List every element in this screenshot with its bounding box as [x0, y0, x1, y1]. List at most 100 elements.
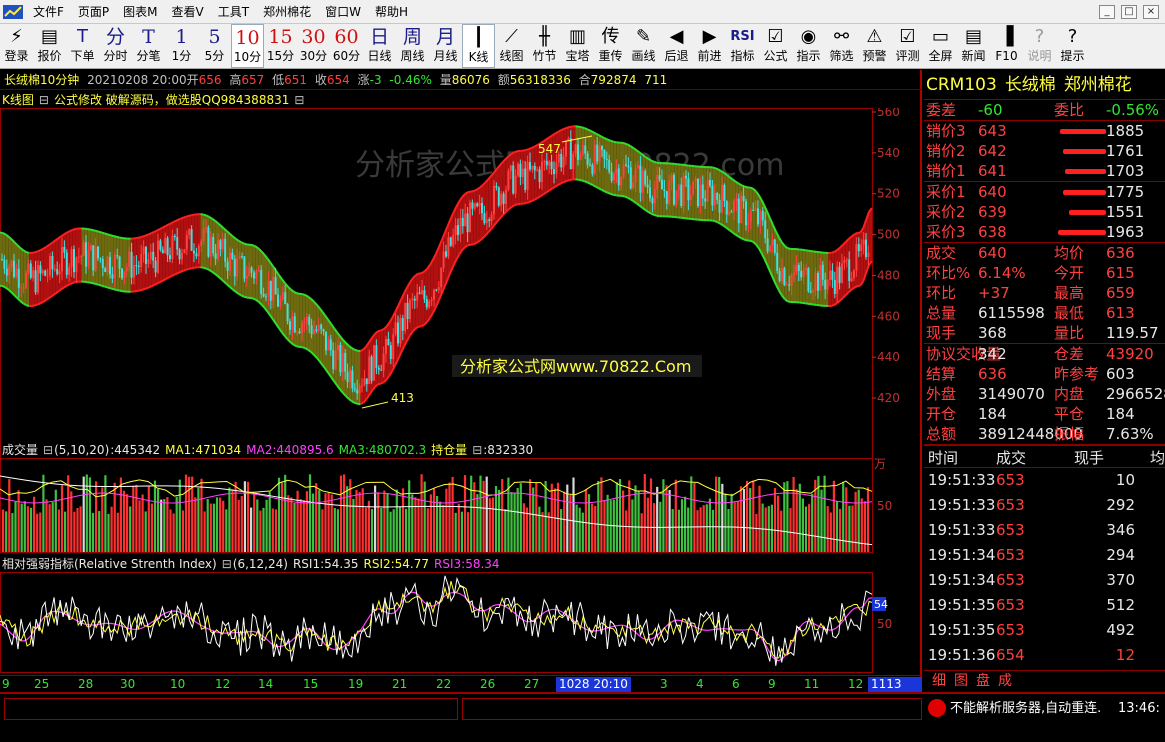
- rsi-toggle-icon[interactable]: ⊟: [222, 557, 232, 571]
- toolbar-button-0[interactable]: ⚡ 登录: [0, 24, 33, 68]
- stock-exchange: 郑州棉花: [1063, 75, 1132, 95]
- weibi-label: 委比: [1054, 101, 1085, 119]
- toolbar-button-13[interactable]: 月月线: [429, 24, 462, 68]
- app-window: 文件F 页面P 图表M 查看V 工具T 郑州棉花 窗口W 帮助H _ □ × ⚡ 登录 ▤ 报价 T 下…: [0, 0, 1165, 742]
- tick-row: 19:51:35 653 492: [924, 618, 1165, 643]
- toolbar-button-15[interactable]: ⟋ 线图: [495, 24, 528, 68]
- stat-label-2: 昨参考: [1054, 365, 1100, 383]
- toolbar-label: 1分: [171, 49, 192, 63]
- level-price: 638: [978, 223, 1007, 241]
- weicha-label: 委差: [926, 101, 957, 119]
- toolbar-button-22[interactable]: RSI 指标: [726, 24, 759, 68]
- toolbar-button-30[interactable]: ▐ F10: [990, 24, 1023, 68]
- toolbar-button-1[interactable]: ▤ 报价: [33, 24, 66, 68]
- toolbar-button-14[interactable]: ┃ K线: [462, 24, 495, 68]
- menu-item[interactable]: 文件F: [26, 1, 71, 23]
- oi-toggle-icon[interactable]: ⊟: [472, 443, 482, 457]
- panel-tab[interactable]: 图: [954, 673, 968, 689]
- toolbar-button-27[interactable]: ☑ 评测: [891, 24, 924, 68]
- stat-label-2: 最低: [1054, 304, 1085, 322]
- toolbar-glyph-8: 15: [268, 26, 293, 48]
- toolbar-button-12[interactable]: 周周线: [396, 24, 429, 68]
- toolbar-button-26[interactable]: ⚠ 预警: [858, 24, 891, 68]
- toolbar-button-29[interactable]: ▤ 新闻: [957, 24, 990, 68]
- toolbar-button-8[interactable]: 15 15分: [264, 24, 297, 68]
- tick-price: 653: [996, 621, 1025, 639]
- tick-time: 19:51:34: [928, 571, 996, 589]
- tick-list[interactable]: 19:51:33 653 10 19:51:33 653 292 19:51:33 653 34…: [924, 468, 1165, 668]
- formula-toggle-icon[interactable]: ⊟: [39, 93, 49, 107]
- tick-time: 19:51:33: [928, 521, 996, 539]
- kline-chart[interactable]: 分析家公式网www.70822.com560540520500480460440…: [0, 108, 922, 460]
- menu-item[interactable]: 郑州棉花: [256, 1, 318, 23]
- volume-name: 成交量: [2, 443, 39, 457]
- maximize-icon[interactable]: □: [1121, 4, 1137, 19]
- toolbar-button-4[interactable]: T 分笔: [132, 24, 165, 68]
- toolbar-button-23[interactable]: ☑ 公式: [759, 24, 792, 68]
- toolbar-button-7[interactable]: 10 10分: [231, 24, 264, 68]
- toolbar-button-9[interactable]: 30 30分: [297, 24, 330, 68]
- menu-item[interactable]: 工具T: [211, 1, 256, 23]
- toolbar-button-17[interactable]: ▥ 宝塔: [561, 24, 594, 68]
- close-icon[interactable]: ×: [1143, 4, 1159, 19]
- ticks-header-price: 成交: [996, 449, 1027, 467]
- toolbar-button-19[interactable]: ✎ 画线: [627, 24, 660, 68]
- quote-name: 长绒棉: [4, 73, 41, 87]
- menu-item[interactable]: 图表M: [116, 1, 164, 23]
- tick-hand: 292: [1106, 496, 1135, 514]
- toolbar-button-6[interactable]: 5 5分: [198, 24, 231, 68]
- toolbar-button-25[interactable]: ⚯ 筛选: [825, 24, 858, 68]
- quote-change-pct: -0.46%: [389, 73, 432, 87]
- chart-area: 长绒棉10分钟 20210208 20:00开656 高657 低651 收65…: [0, 70, 922, 707]
- toolbar-glyph-3: 分: [105, 26, 125, 48]
- toolbar-button-31[interactable]: ? 说明: [1023, 24, 1056, 68]
- toolbar-label: 线图: [499, 49, 524, 63]
- toolbar-button-24[interactable]: ◉ 指示: [792, 24, 825, 68]
- toolbar-label: 后退: [664, 49, 689, 63]
- toolbar-button-20[interactable]: ◀ 后退: [660, 24, 693, 68]
- volume-chart[interactable]: 万 50: [0, 458, 922, 554]
- level-volume-bar: [1064, 169, 1106, 174]
- rsi-chart[interactable]: 5450: [0, 572, 922, 674]
- oi-name: 持仓量: [431, 443, 468, 457]
- toolbar-button-21[interactable]: ▶ 前进: [693, 24, 726, 68]
- weicha-value: -60: [978, 101, 1003, 119]
- bamboo-icon: ╫: [539, 26, 550, 47]
- toolbar-button-3[interactable]: 分分时: [99, 24, 132, 68]
- rsi-name: 相对强弱指标(Relative Strenth Index): [2, 557, 217, 571]
- level-volume-bar: [1063, 190, 1106, 195]
- panel-tab[interactable]: 成: [998, 673, 1012, 689]
- stats-block-2: 协议交收量 342 仓差 43920 结算 636 昨参考 603 外盘 3149070 内盘 296…: [924, 344, 1165, 444]
- tick-price: 653: [996, 546, 1025, 564]
- volume-toggle-icon[interactable]: ⊟: [43, 443, 53, 457]
- tick-row: 19:51:35 653 512: [924, 593, 1165, 618]
- formula-icon: ☑: [767, 26, 784, 47]
- panel-tab[interactable]: 细: [932, 673, 946, 689]
- toolbar-button-2[interactable]: T 下单: [66, 24, 99, 68]
- stat-value-2: 615: [1106, 264, 1135, 282]
- toolbar-button-28[interactable]: ▭ 全屏: [924, 24, 957, 68]
- date-tick: 28: [78, 677, 94, 691]
- volume-params: (5,10,20): [54, 443, 110, 457]
- menu-item[interactable]: 页面P: [71, 1, 116, 23]
- peak-label: 547: [538, 142, 561, 156]
- toolbar-button-16[interactable]: ╫ 竹节: [528, 24, 561, 68]
- stat-row: 外盘 3149070 内盘 2966528: [924, 384, 1165, 404]
- toolbar-label: 指标: [730, 49, 755, 63]
- minimize-icon[interactable]: _: [1099, 4, 1115, 19]
- date-tick: 4: [696, 677, 704, 691]
- menu-item[interactable]: 窗口W: [318, 1, 368, 23]
- volume-unit: 万: [874, 458, 886, 471]
- toolbar-button-5[interactable]: 1 1分: [165, 24, 198, 68]
- tick-hand: 492: [1106, 621, 1135, 639]
- toolbar-button-32[interactable]: ? 提示: [1056, 24, 1089, 68]
- level-volume-bar: [1068, 210, 1106, 215]
- panel-tab[interactable]: 盘: [976, 673, 990, 689]
- kline-collapse-icon[interactable]: ⊟: [294, 93, 304, 107]
- menu-item[interactable]: 查看V: [165, 1, 211, 23]
- toolbar-button-11[interactable]: 日日线: [363, 24, 396, 68]
- toolbar-button-18[interactable]: 传重传: [594, 24, 627, 68]
- tick-price: 653: [996, 471, 1025, 489]
- menu-item[interactable]: 帮助H: [368, 1, 415, 23]
- toolbar-button-10[interactable]: 60 60分: [330, 24, 363, 68]
